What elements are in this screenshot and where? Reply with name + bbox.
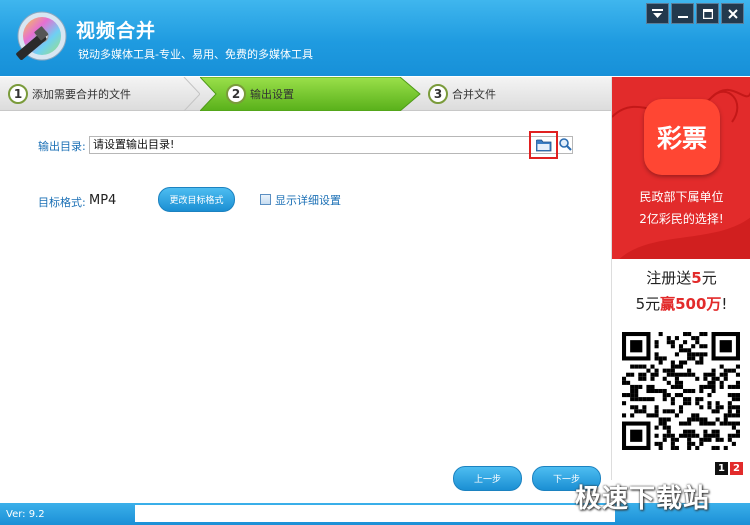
step-1-label: 添加需要合并的文件: [32, 88, 131, 101]
ad-promo-1-b: 5: [691, 269, 702, 287]
close-button[interactable]: [721, 3, 744, 24]
open-folder-button[interactable]: [558, 137, 572, 151]
ad-promo-1: 注册送5元: [612, 267, 750, 288]
minimize-button[interactable]: [671, 3, 694, 24]
qr-code-icon: [622, 332, 740, 450]
ad-promo-2: 5元赢500万!: [612, 293, 750, 314]
step-merge-files[interactable]: 3 合并文件: [428, 77, 496, 111]
ad-line-1: 民政部下属单位: [639, 190, 724, 204]
previous-step-button[interactable]: 上一步: [453, 466, 522, 491]
show-details-label[interactable]: 显示详细设置: [275, 192, 341, 208]
step-2-label: 输出设置: [250, 88, 294, 101]
maximize-icon: [702, 8, 713, 19]
browse-folder-button[interactable]: [529, 131, 558, 159]
ad-promo-2-a: 5元: [635, 295, 661, 313]
ad-promo-2-c: !: [721, 295, 728, 313]
app-title: 视频合并: [76, 20, 157, 42]
search-icon: [559, 138, 572, 151]
menu-icon: [652, 8, 663, 18]
ad-page-2-button[interactable]: 2: [730, 462, 743, 475]
step-1-number: 1: [8, 84, 28, 104]
progress-bar: [135, 505, 615, 522]
app-subtitle: 锐动多媒体工具-专业、易用、免费的多媒体工具: [78, 48, 313, 61]
folder-icon: [535, 139, 551, 151]
change-format-button[interactable]: 更改目标格式: [158, 187, 235, 212]
step-output-settings[interactable]: 2 输出设置: [226, 77, 294, 111]
target-format-value: MP4: [89, 193, 117, 208]
window-controls: [644, 3, 744, 24]
ad-banner: 彩票 民政部下属单位 2亿彩民的选择!: [612, 77, 750, 259]
step-2-number: 2: [226, 84, 246, 104]
ad-panel[interactable]: 彩票 民政部下属单位 2亿彩民的选择! 注册送5元 5元赢500万! 1 2: [611, 77, 750, 480]
app-logo-icon: [16, 11, 67, 61]
maximize-button[interactable]: [696, 3, 719, 24]
step-add-files[interactable]: 1 添加需要合并的文件: [8, 77, 131, 111]
version-label: Ver: 9.2: [6, 509, 45, 520]
ad-line-2: 2亿彩民的选择!: [639, 212, 724, 226]
step-3-number: 3: [428, 84, 448, 104]
ad-page-1-button[interactable]: 1: [715, 462, 728, 475]
ad-promo-1-a: 注册送: [646, 269, 692, 287]
target-format-label: 目标格式:: [38, 196, 86, 209]
ad-promo-1-c: 元: [701, 269, 717, 287]
minimize-icon: [677, 15, 688, 18]
output-dir-input[interactable]: 请设置输出目录!: [89, 136, 573, 154]
step-3-label: 合并文件: [452, 88, 496, 101]
watermark: 极速下载站: [575, 484, 711, 514]
title-bar: 视频合并 锐动多媒体工具-专业、易用、免费的多媒体工具: [0, 0, 750, 76]
menu-button[interactable]: [646, 3, 669, 24]
output-dir-label: 输出目录:: [38, 140, 86, 153]
close-icon: [727, 8, 738, 19]
show-details-checkbox[interactable]: [260, 194, 271, 205]
ad-promo-2-b: 赢500万: [660, 295, 722, 313]
ad-logo: 彩票: [644, 99, 720, 175]
